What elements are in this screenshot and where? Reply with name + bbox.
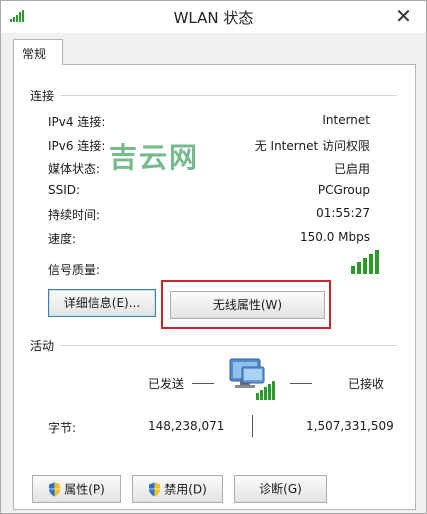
ipv4-label: IPv4 连接: <box>48 115 106 129</box>
details-button[interactable]: 详细信息(E)... <box>48 289 156 317</box>
disable-button-label: 禁用(D) <box>164 482 207 497</box>
bytes-received-value: 1,507,331,509 <box>306 419 394 433</box>
sent-label: 已发送 <box>148 377 185 391</box>
media-state-label: 媒体状态: <box>48 162 101 176</box>
duration-label: 持续时间: <box>48 208 101 222</box>
site-watermark: 吉云网 <box>109 141 200 174</box>
speed-value: 150.0 Mbps <box>299 230 370 244</box>
bytes-sent-value: 148,238,071 <box>148 419 225 433</box>
ipv6-label: IPv6 连接: <box>48 139 106 153</box>
close-button[interactable]: ✕ <box>381 1 426 31</box>
properties-button[interactable]: 属性(P) <box>32 475 121 503</box>
duration-value: 01:55:27 <box>316 206 370 220</box>
ssid-value: PCGroup <box>317 183 370 197</box>
ssid-label: SSID: <box>48 183 81 197</box>
uac-shield-icon <box>49 482 61 497</box>
network-computers-icon <box>229 358 275 400</box>
title-bar: WLAN 状态 ✕ <box>1 1 426 33</box>
uac-shield-icon <box>149 482 161 497</box>
ipv6-value: 无 Internet 访问权限 <box>254 139 370 153</box>
highlight-annotation <box>161 280 331 329</box>
received-dash <box>290 383 312 384</box>
wlan-status-window: WLAN 状态 ✕ 常规 连接 IPv4 连接: Internet IPv6 连… <box>0 0 427 514</box>
activity-divider <box>60 345 397 346</box>
properties-button-label: 属性(P) <box>64 482 105 497</box>
received-label: 已接收 <box>348 377 385 391</box>
ipv4-value: Internet <box>322 113 370 127</box>
signal-strength-icon <box>351 250 379 274</box>
disable-button[interactable]: 禁用(D) <box>132 475 223 503</box>
speed-label: 速度: <box>48 232 77 246</box>
tab-general[interactable]: 常规 <box>13 39 63 65</box>
activity-section-label: 活动 <box>30 339 55 353</box>
sent-dash <box>192 383 214 384</box>
bytes-label: 字节: <box>48 421 77 435</box>
window-title: WLAN 状态 <box>173 9 254 27</box>
media-state-value: 已启用 <box>333 162 370 176</box>
connection-section-label: 连接 <box>30 89 55 103</box>
bytes-separator <box>252 415 253 437</box>
signal-quality-label: 信号质量: <box>48 263 101 277</box>
diagnose-button[interactable]: 诊断(G) <box>234 475 327 503</box>
connection-divider <box>60 95 397 96</box>
